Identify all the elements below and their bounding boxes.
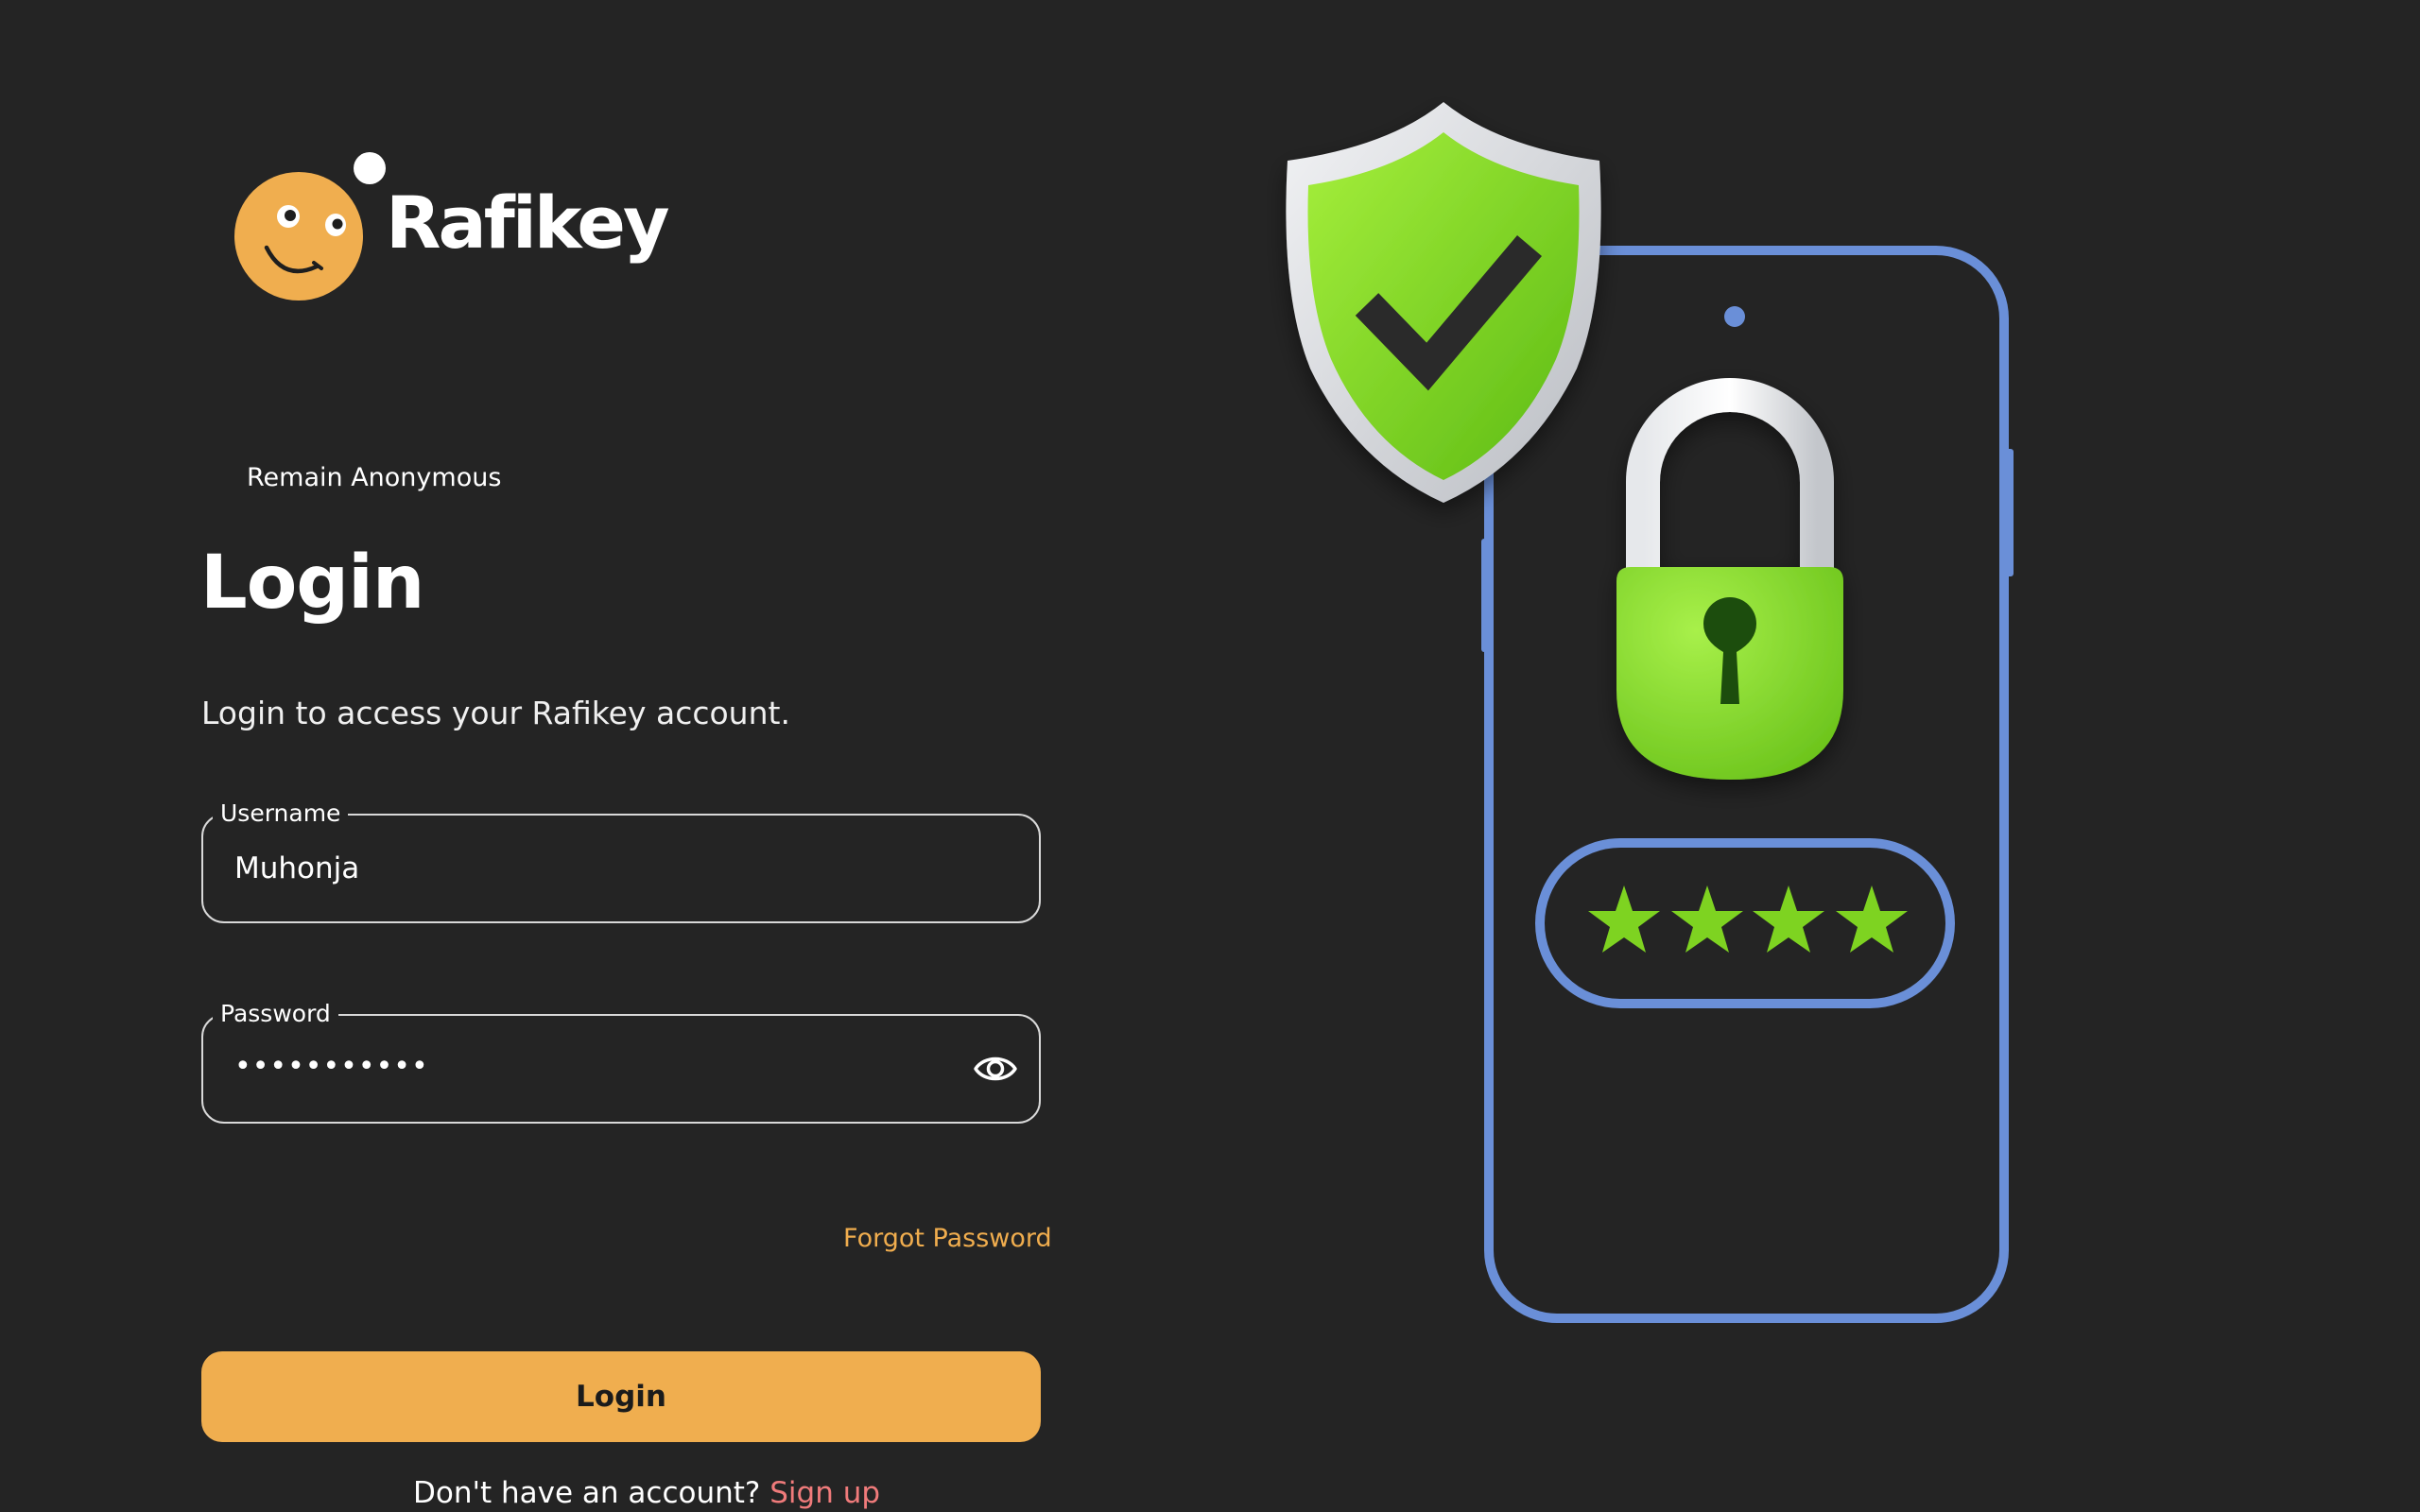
login-button[interactable]: Login [201, 1351, 1041, 1442]
signup-link[interactable]: Sign up [769, 1476, 880, 1510]
eye-icon[interactable] [973, 1050, 1018, 1088]
remain-anonymous-toggle[interactable]: Remain Anonymous [247, 463, 501, 492]
page-title: Login [200, 541, 424, 626]
brand-logo[interactable]: Rafikey [227, 142, 670, 312]
username-field[interactable]: Username Muhonja [201, 798, 1041, 923]
username-label: Username [213, 798, 349, 830]
password-stars-icon [1535, 838, 1955, 1008]
password-input[interactable]: ••••••••••• [234, 1050, 429, 1083]
page-subtitle: Login to access your Rafikey account. [201, 695, 790, 731]
login-page: Rafikey Remain Anonymous Login Login to … [0, 0, 2420, 1512]
signup-row: Don't have an account? Sign up [413, 1476, 880, 1510]
shield-check-icon [1286, 102, 1601, 503]
security-illustration [1286, 102, 2014, 1323]
smiley-face-icon [234, 152, 386, 301]
password-label: Password [213, 998, 338, 1030]
padlock-icon [1616, 378, 1843, 780]
password-field[interactable]: Password ••••••••••• [201, 998, 1041, 1124]
username-input[interactable]: Muhonja [234, 851, 359, 885]
signup-prompt: Don't have an account? [413, 1476, 761, 1510]
brand-name: Rafikey [386, 180, 670, 265]
forgot-password-link[interactable]: Forgot Password [843, 1224, 1052, 1253]
